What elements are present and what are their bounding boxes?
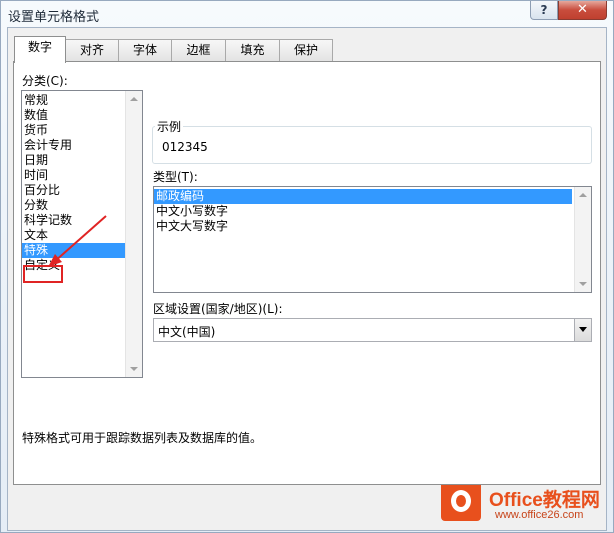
sample-label: 示例: [155, 118, 184, 135]
type-label: 类型(T):: [153, 170, 198, 184]
tab-fill[interactable]: 填充: [225, 39, 280, 61]
sample-value: 012345: [162, 140, 208, 154]
help-button[interactable]: ?: [530, 1, 558, 20]
title-bar[interactable]: 设置单元格格式 ? ✕: [1, 1, 613, 27]
locale-dropdown-button[interactable]: [574, 319, 591, 341]
annotation-arrow-icon: [48, 215, 107, 267]
tab-font[interactable]: 字体: [118, 39, 172, 61]
category-item-currency[interactable]: 货币: [22, 123, 142, 138]
sample-groupbox: [152, 126, 592, 164]
category-item-date[interactable]: 日期: [22, 153, 142, 168]
category-item-percentage[interactable]: 百分比: [22, 183, 142, 198]
dialog-title: 设置单元格格式: [8, 10, 100, 25]
tab-protection[interactable]: 保护: [279, 39, 333, 61]
locale-label: 区域设置(国家/地区)(L):: [153, 302, 283, 316]
category-item-general[interactable]: 常规: [22, 93, 142, 108]
number-tab-panel: 分类(C): 常规 数值 货币 会计专用 日期 时间 百分比 分数 科学记数 文…: [13, 61, 601, 485]
tab-number[interactable]: 数字: [14, 36, 66, 63]
category-scrollbar[interactable]: [125, 91, 142, 377]
format-description: 特殊格式可用于跟踪数据列表及数据库的值。: [22, 431, 263, 445]
dialog-client-area: 数字 对齐 字体 边框 填充 保护 分类(C): 常规 数值 货币 会计专用 日…: [7, 27, 607, 531]
watermark-brand: Office教程网: [489, 490, 600, 511]
tab-border[interactable]: 边框: [171, 39, 226, 61]
chevron-down-icon: [579, 327, 587, 332]
scroll-up-arrow-icon[interactable]: [130, 97, 138, 101]
category-label: 分类(C):: [22, 74, 68, 88]
category-item-accounting[interactable]: 会计专用: [22, 138, 142, 153]
type-item-chinese-upper[interactable]: 中文大写数字: [154, 219, 572, 234]
category-item-number[interactable]: 数值: [22, 108, 142, 123]
office-logo-icon: [441, 481, 481, 521]
scroll-up-arrow-icon[interactable]: [579, 193, 587, 197]
category-item-fraction[interactable]: 分数: [22, 198, 142, 213]
type-item-chinese-lower[interactable]: 中文小写数字: [154, 204, 572, 219]
close-button[interactable]: ✕: [558, 1, 607, 20]
type-scrollbar[interactable]: [574, 187, 591, 292]
tab-alignment[interactable]: 对齐: [65, 39, 119, 61]
type-listbox[interactable]: 邮政编码 中文小写数字 中文大写数字: [153, 186, 592, 293]
dialog-window: 设置单元格格式 ? ✕ 数字 对齐 字体 边框 填充 保护 分类(C): 常规 …: [0, 0, 614, 533]
watermark-url: www.office26.com: [495, 509, 584, 521]
scroll-down-arrow-icon[interactable]: [579, 282, 587, 286]
type-item-postal-code[interactable]: 邮政编码: [154, 189, 572, 204]
category-item-time[interactable]: 时间: [22, 168, 142, 183]
locale-value: 中文(中国): [158, 325, 216, 339]
locale-combobox[interactable]: 中文(中国): [153, 318, 592, 342]
scroll-down-arrow-icon[interactable]: [130, 367, 138, 371]
